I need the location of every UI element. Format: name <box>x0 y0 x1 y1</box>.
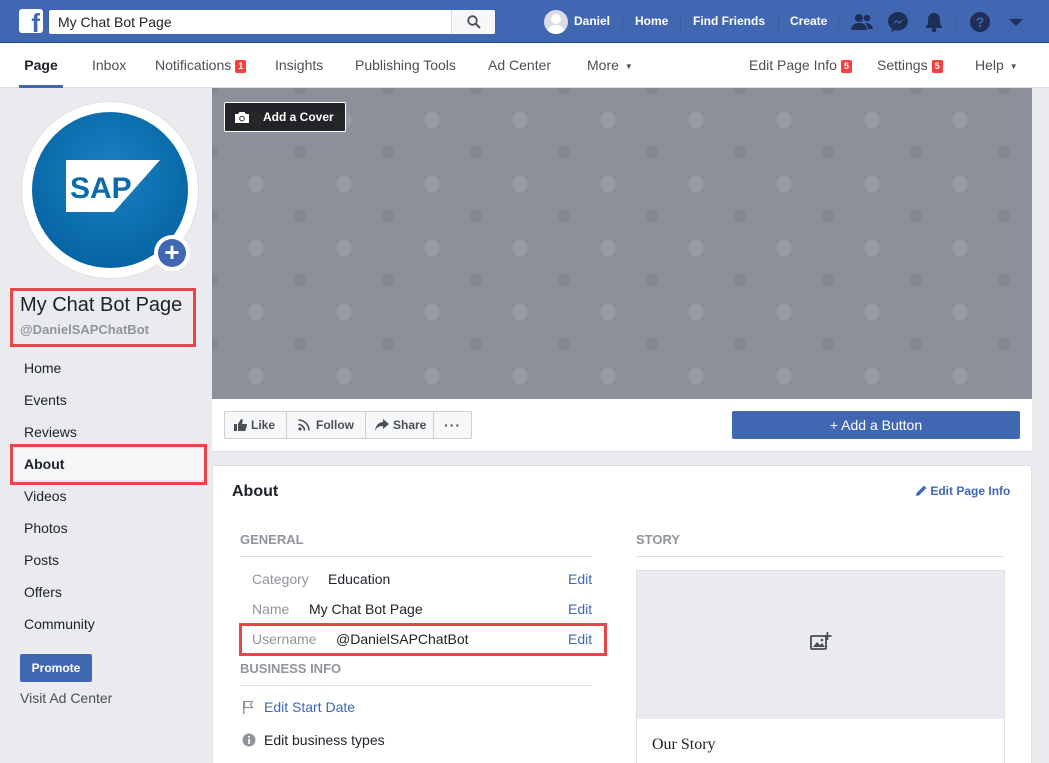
flag-icon <box>243 700 254 714</box>
messenger-icon[interactable] <box>886 10 910 34</box>
share-button[interactable]: Share <box>366 412 434 438</box>
our-story-title[interactable]: Our Story <box>652 736 716 754</box>
user-avatar[interactable] <box>544 10 568 34</box>
sidebar-item-home[interactable]: Home <box>24 360 61 376</box>
svg-text:®: ® <box>121 201 127 210</box>
search-box <box>49 10 495 34</box>
name-label: Name <box>252 601 290 617</box>
edit-page-info-link[interactable]: Edit Page Info <box>916 484 1010 498</box>
top-navigation-bar: f Daniel Home Find Friends Create ? <box>0 0 1049 43</box>
story-image-placeholder[interactable] <box>637 571 1004 719</box>
svg-text:?: ? <box>976 14 985 30</box>
caret-down-icon: ▼ <box>1009 62 1018 71</box>
tab-page[interactable]: Page <box>19 43 63 88</box>
plus-icon: + <box>164 237 180 267</box>
divider <box>240 685 592 686</box>
promote-button[interactable]: Promote <box>20 654 92 682</box>
tab-insights[interactable]: Insights <box>275 43 323 88</box>
highlight-annotation-page-name <box>10 288 196 347</box>
category-value: Education <box>328 571 391 587</box>
sidebar-item-community[interactable]: Community <box>24 616 95 632</box>
tab-more[interactable]: More ▼ <box>587 43 633 88</box>
visit-ad-center-link[interactable]: Visit Ad Center <box>20 690 112 706</box>
edit-start-date-link[interactable]: Edit Start Date <box>264 699 355 715</box>
edit-category-link[interactable]: Edit <box>568 571 592 587</box>
account-menu-chevron-down-icon[interactable] <box>1004 10 1028 34</box>
rss-follow-icon <box>298 419 310 431</box>
add-cover-label: Add a Cover <box>263 110 334 124</box>
home-link[interactable]: Home <box>635 0 668 43</box>
general-section-heading: GENERAL <box>240 532 304 547</box>
sidebar-item-videos[interactable]: Videos <box>24 488 67 504</box>
sidebar-item-posts[interactable]: Posts <box>24 552 59 568</box>
tab-label: Help <box>975 57 1004 73</box>
sidebar-item-offers[interactable]: Offers <box>24 584 62 600</box>
sidebar-item-reviews[interactable]: Reviews <box>24 424 77 440</box>
sidebar-item-events[interactable]: Events <box>24 392 67 408</box>
divider <box>778 13 779 30</box>
create-link[interactable]: Create <box>790 0 827 43</box>
camera-icon <box>235 112 249 123</box>
tab-notifications[interactable]: Notifications 1 <box>155 43 247 88</box>
add-photo-icon <box>810 632 832 650</box>
tab-inbox[interactable]: Inbox <box>92 43 126 88</box>
edit-page-info-badge: 5 <box>840 60 852 73</box>
settings-tab[interactable]: Settings 5 <box>877 43 943 88</box>
tab-ad-center[interactable]: Ad Center <box>488 43 551 88</box>
edit-page-info-tab[interactable]: Edit Page Info 5 <box>749 43 852 88</box>
follow-button[interactable]: Follow <box>287 412 366 438</box>
cover-photo-area <box>212 88 1032 399</box>
like-button[interactable]: Like <box>225 412 287 438</box>
divider <box>622 13 623 30</box>
business-info-section-heading: BUSINESS INFO <box>240 661 342 676</box>
settings-badge: 5 <box>931 60 943 73</box>
more-options-icon[interactable]: ··· <box>434 412 471 438</box>
share-arrow-icon <box>375 419 389 431</box>
caret-down-icon: ▼ <box>624 62 633 71</box>
follow-label: Follow <box>316 418 354 432</box>
search-input[interactable] <box>49 10 449 34</box>
sap-logo: SAP ® <box>66 160 160 212</box>
divider <box>838 13 839 30</box>
tab-label: Settings <box>877 57 928 73</box>
add-cover-button[interactable]: Add a Cover <box>224 102 346 132</box>
divider <box>636 556 1004 557</box>
find-friends-link[interactable]: Find Friends <box>693 0 765 43</box>
tab-label: Edit Page Info <box>749 57 837 73</box>
edit-business-types-link[interactable]: Edit business types <box>264 732 385 748</box>
tab-publishing-tools[interactable]: Publishing Tools <box>355 43 456 88</box>
tab-label: Notifications <box>155 57 232 73</box>
notifications-bell-icon[interactable] <box>922 10 946 34</box>
share-label: Share <box>393 418 427 432</box>
help-tab[interactable]: Help ▼ <box>975 43 1018 88</box>
notification-badge: 1 <box>235 60 247 73</box>
edit-page-info-label: Edit Page Info <box>930 484 1011 498</box>
info-icon <box>242 733 256 747</box>
divider <box>240 556 592 557</box>
page-actions-group: Like Follow Share ··· <box>224 411 472 439</box>
category-label: Category <box>252 571 309 587</box>
story-section-heading: STORY <box>636 532 681 547</box>
search-icon <box>467 15 481 29</box>
edit-name-link[interactable]: Edit <box>568 601 592 617</box>
sidebar-item-photos[interactable]: Photos <box>24 520 68 536</box>
add-a-button-button[interactable]: + Add a Button <box>732 411 1020 439</box>
thumbs-up-icon <box>234 419 247 431</box>
like-label: Like <box>251 418 276 432</box>
search-button[interactable] <box>451 10 495 34</box>
pencil-icon <box>916 485 927 496</box>
facebook-logo-icon[interactable]: f <box>19 9 43 36</box>
tab-label: More <box>587 57 619 73</box>
divider <box>680 13 681 30</box>
page-tabs-bar: Page Inbox Notifications 1 Insights Publi… <box>0 43 1049 88</box>
about-heading: About <box>232 483 279 500</box>
profile-link[interactable]: Daniel <box>574 0 610 43</box>
help-icon[interactable]: ? <box>968 10 992 34</box>
name-value: My Chat Bot Page <box>309 601 423 617</box>
add-profile-photo-button[interactable]: + <box>154 235 190 271</box>
highlight-annotation-username <box>239 623 607 656</box>
friend-requests-icon[interactable] <box>850 10 874 34</box>
divider <box>956 13 957 30</box>
highlight-annotation-about <box>10 444 207 485</box>
